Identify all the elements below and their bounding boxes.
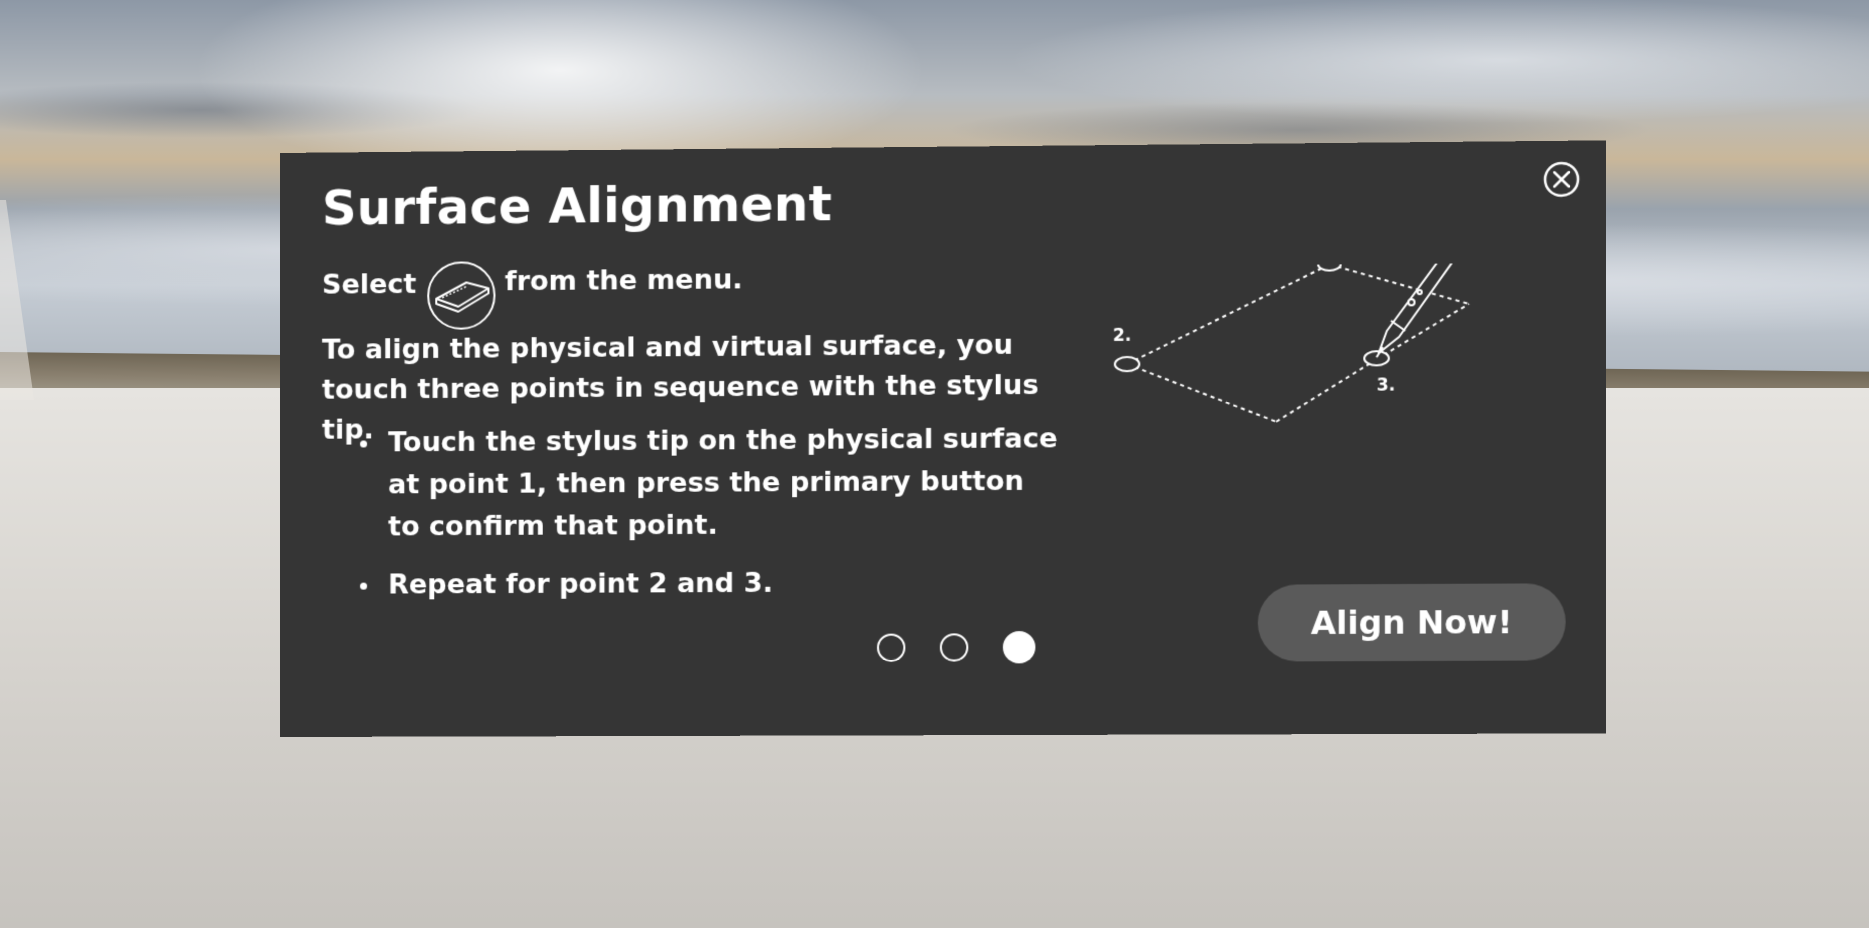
alignment-illustration: 1. 2. 3. — [1103, 263, 1543, 519]
select-instruction: Select from the menu. — [322, 246, 743, 320]
stylus-icon — [1377, 263, 1463, 358]
dialog-title: Surface Alignment — [322, 176, 832, 237]
page-dot-1[interactable] — [877, 634, 905, 662]
point-label: 3. — [1377, 375, 1396, 395]
instruction-list: Touch the stylus tip on the physical sur… — [358, 418, 1065, 623]
page-indicator — [877, 633, 1035, 664]
surface-alignment-dialog: Surface Alignment Select from the menu. … — [280, 140, 1606, 737]
select-prefix: Select — [322, 268, 416, 300]
vr-scene: Surface Alignment Select from the menu. … — [0, 0, 1869, 928]
point-label: 2. — [1113, 326, 1132, 346]
align-now-button[interactable]: Align Now! — [1258, 583, 1566, 661]
surface-alignment-icon — [426, 260, 496, 331]
close-icon[interactable] — [1543, 161, 1580, 198]
page-dot-2[interactable] — [940, 633, 968, 661]
list-item: Touch the stylus tip on the physical sur… — [358, 418, 1065, 549]
select-suffix: from the menu. — [505, 264, 743, 297]
page-dot-3-active[interactable] — [1003, 631, 1036, 663]
list-item: Repeat for point 2 and 3. — [358, 561, 1065, 606]
